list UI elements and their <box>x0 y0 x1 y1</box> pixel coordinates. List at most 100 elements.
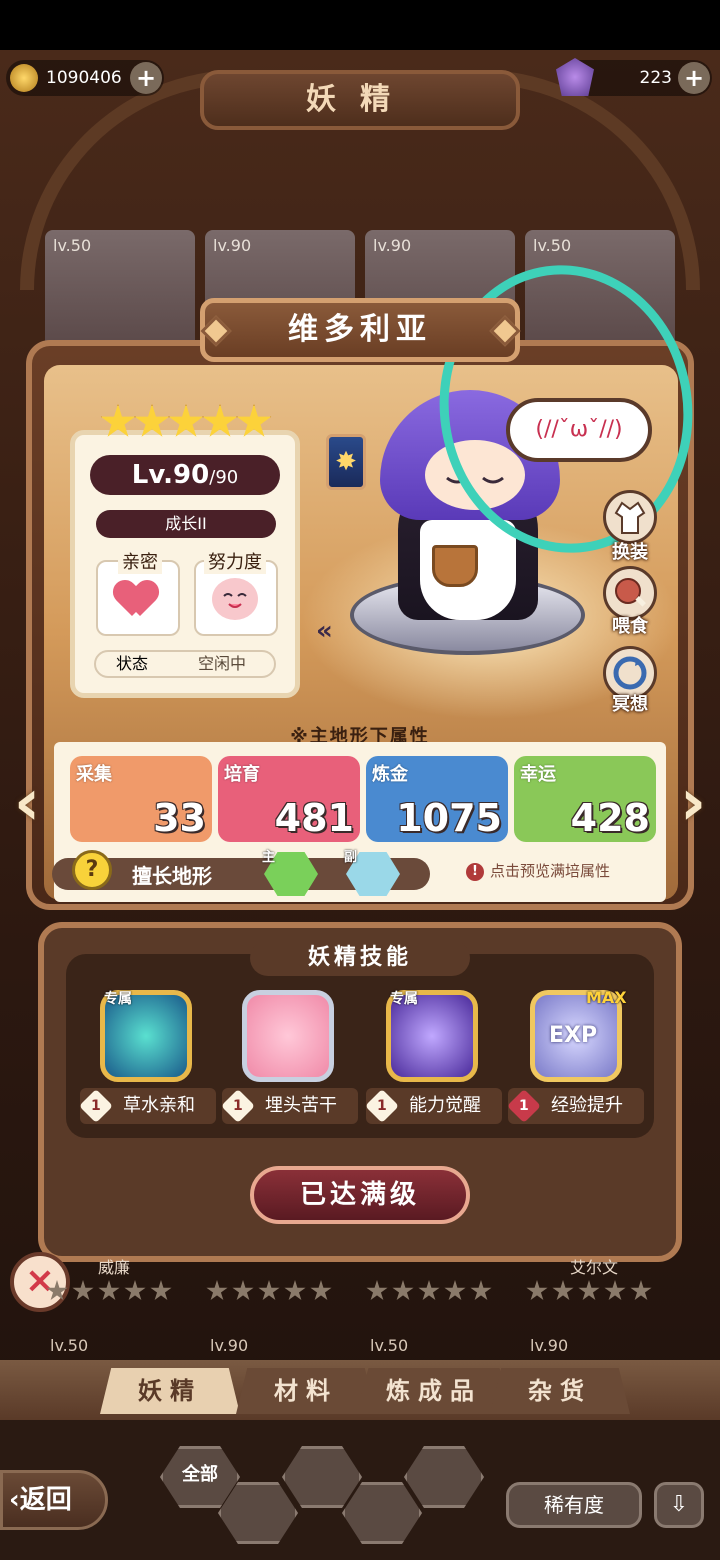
stat-value: 1075 <box>396 796 502 840</box>
heart-icon <box>116 582 156 618</box>
max-tag: MAX <box>586 988 627 1007</box>
max-level-button[interactable]: 已达满级 <box>250 1166 470 1224</box>
star-icon <box>206 1280 228 1301</box>
star-icon <box>470 1280 492 1301</box>
intimacy-label: 亲密 <box>118 548 162 574</box>
star-rating <box>364 1280 504 1302</box>
star-icon <box>418 1280 440 1301</box>
exclusive-tag: 专属 <box>104 991 132 1007</box>
card-level: lv.50 <box>53 236 92 255</box>
meditate-label: 冥想 <box>612 694 648 715</box>
card-level: lv.50 <box>533 236 572 255</box>
terrain-label: 擅长地形 <box>132 864 212 888</box>
stat-luck: 幸运 428 <box>514 756 656 842</box>
back-arrow-icon: ‹ <box>9 1485 20 1515</box>
star-icon <box>284 1280 306 1301</box>
card-level: lv.50 <box>370 1336 409 1355</box>
tab-fairy[interactable]: 妖精 <box>100 1368 240 1414</box>
star-icon <box>310 1280 332 1301</box>
rarity-sort-button[interactable]: 稀有度 <box>506 1482 642 1528</box>
star-icon <box>552 1280 574 1301</box>
status-label: 状态 <box>116 654 149 673</box>
gold-value: 1090406 <box>46 68 122 88</box>
next-fairy-button[interactable]: › <box>668 770 718 840</box>
tab-goods[interactable]: 杂货 <box>490 1368 630 1414</box>
preview-hint-text: 点击预览满培属性 <box>490 862 611 880</box>
stat-value: 33 <box>153 796 206 840</box>
level-value: Lv.90 <box>131 460 210 490</box>
growth-stage: 成长II <box>96 510 276 538</box>
warning-icon: ! <box>466 862 484 881</box>
fairy-card-back[interactable]: lv.50 <box>45 230 195 350</box>
clay-pot <box>432 545 478 587</box>
preview-full-attributes-link[interactable]: ! 点击预览满培属性 <box>466 860 610 881</box>
fairy-name: 维多利亚 <box>200 298 520 362</box>
add-gems-button[interactable]: + <box>678 62 710 94</box>
stat-cultivate: 培育 481 <box>218 756 360 842</box>
star-icon <box>444 1280 466 1301</box>
smiley-face-icon <box>212 578 258 620</box>
gold-counter: 1090406 + <box>6 60 164 96</box>
star-rating <box>524 1280 664 1302</box>
star-icon <box>604 1280 626 1301</box>
dress-icon <box>614 501 646 534</box>
gem-value: 223 <box>639 68 672 88</box>
stat-gather: 采集 33 <box>70 756 212 842</box>
star-icon <box>72 1280 94 1301</box>
dress-label: 换装 <box>612 542 648 563</box>
main-tag: 主 <box>262 850 276 865</box>
stat-alchemy: 炼金 1075 <box>366 756 508 842</box>
tab-materials[interactable]: 材料 <box>236 1368 376 1414</box>
star-icon <box>392 1280 414 1301</box>
filter-all-label: 全部 <box>182 1464 218 1485</box>
feed-label: 喂食 <box>612 616 648 637</box>
stat-value: 428 <box>570 796 650 840</box>
card-level: lv.90 <box>213 236 252 255</box>
card-level: lv.90 <box>210 1336 249 1355</box>
star-rating <box>204 1280 344 1302</box>
dress-button[interactable] <box>603 490 657 544</box>
effort-skill-icon[interactable] <box>242 990 334 1082</box>
page-title: 妖精 <box>200 70 520 130</box>
sort-order-icon[interactable]: ⇩ <box>654 1482 704 1528</box>
sub-tag: 副 <box>344 850 358 865</box>
max-level: /90 <box>209 467 239 488</box>
meat-icon <box>615 578 646 607</box>
star-icon <box>258 1280 280 1301</box>
gold-coin-icon <box>10 64 38 92</box>
back-label: 返回 <box>19 1485 72 1515</box>
star-icon <box>232 1280 254 1301</box>
star-icon <box>578 1280 600 1301</box>
stat-name: 采集 <box>76 764 112 785</box>
card-level: lv.50 <box>50 1336 89 1355</box>
effort-label: 努力度 <box>204 548 266 574</box>
status-row: 状态 空闲中 <box>94 650 276 678</box>
exp-text: EXP <box>549 1023 598 1048</box>
stat-name: 炼金 <box>372 764 408 785</box>
star-icon <box>150 1280 172 1301</box>
level-bar: Lv.90/90 <box>90 455 280 495</box>
star-icon <box>366 1280 388 1301</box>
card-level: lv.90 <box>530 1336 569 1355</box>
help-icon[interactable]: ? <box>72 850 112 890</box>
tarot-card-icon[interactable]: ✸ <box>326 434 366 490</box>
star-rating <box>44 1280 184 1302</box>
add-gold-button[interactable]: + <box>130 62 162 94</box>
tab-crafted[interactable]: 炼成品 <box>356 1368 512 1414</box>
star-icon <box>46 1280 68 1301</box>
star-icon <box>124 1280 146 1301</box>
stat-name: 培育 <box>224 764 260 785</box>
star-icon <box>630 1280 652 1301</box>
gem-counter: 223 + <box>556 58 712 96</box>
card-level: lv.90 <box>373 236 412 255</box>
skills-title: 妖精技能 <box>250 940 470 976</box>
fairy-name: 威廉 <box>97 1258 130 1277</box>
star-icon <box>526 1280 548 1301</box>
collapse-arrow-icon[interactable]: « <box>316 616 348 648</box>
stat-name: 幸运 <box>520 764 556 785</box>
star-icon <box>98 1280 120 1301</box>
fairy-name: 艾尔文 <box>569 1258 618 1277</box>
back-button[interactable]: ‹返回 <box>0 1470 108 1530</box>
prev-fairy-button[interactable]: ‹ <box>2 770 52 840</box>
exclusive-tag: 专属 <box>390 991 418 1007</box>
